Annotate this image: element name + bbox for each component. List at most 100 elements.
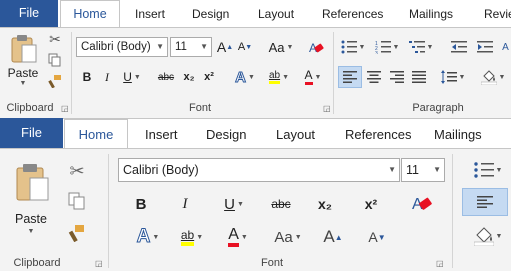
- dialog-launcher-icon[interactable]: ◲: [323, 104, 331, 113]
- tab-references[interactable]: References: [345, 127, 411, 142]
- copy-icon[interactable]: [46, 52, 64, 68]
- font-name-combo[interactable]: Calibri (Body) ▼: [76, 37, 168, 57]
- change-case-button[interactable]: Aa ▼: [266, 38, 296, 56]
- italic-button[interactable]: I: [98, 68, 116, 86]
- highlight-button[interactable]: ab ▼: [263, 67, 295, 87]
- paste-button[interactable]: Paste ▼: [6, 32, 40, 88]
- tab-home[interactable]: Home: [60, 0, 120, 28]
- file-tab[interactable]: File: [0, 118, 63, 148]
- clipboard-icon: [16, 164, 49, 201]
- bullets-button[interactable]: ▼: [339, 37, 367, 57]
- align-left-icon: [343, 71, 357, 83]
- clear-formatting-button[interactable]: A: [306, 37, 326, 57]
- align-center-button[interactable]: [363, 66, 385, 88]
- dialog-launcher-icon[interactable]: ◲: [61, 104, 69, 113]
- align-left-button[interactable]: [462, 188, 508, 216]
- paint-bucket-icon: [473, 227, 494, 246]
- tab-home[interactable]: Home: [64, 119, 128, 149]
- dialog-launcher-icon[interactable]: ◲: [95, 259, 103, 268]
- multilevel-list-icon: [408, 41, 425, 53]
- numbering-button[interactable]: 1 2 3 ▼: [372, 37, 402, 57]
- group-divider: [333, 32, 334, 114]
- group-divider: [108, 154, 109, 268]
- multilevel-list-button[interactable]: ▼: [406, 37, 436, 57]
- tab-layout[interactable]: Layout: [276, 127, 315, 142]
- group-divider: [452, 154, 453, 268]
- superscript-button[interactable]: x²: [200, 68, 218, 86]
- copy-icon[interactable]: [66, 190, 88, 212]
- font-size-combo[interactable]: 11 ▼: [401, 158, 445, 182]
- shrink-font-button[interactable]: A ▼: [236, 38, 254, 56]
- tab-references[interactable]: References: [322, 7, 383, 21]
- chevron-down-icon: ▼: [433, 165, 441, 174]
- tab-design[interactable]: Design: [192, 7, 229, 21]
- tab-insert[interactable]: Insert: [145, 127, 178, 142]
- align-right-button[interactable]: [386, 66, 408, 88]
- strikethrough-button[interactable]: abc: [155, 68, 177, 86]
- font-color-button[interactable]: A ▼: [298, 67, 328, 87]
- paste-label: Paste: [15, 212, 47, 226]
- clipboard-group-label: Clipboard: [6, 102, 54, 114]
- file-tab[interactable]: File: [0, 0, 58, 27]
- font-name-combo[interactable]: Calibri (Body) ▼: [118, 158, 400, 182]
- font-group-label: Font: [260, 257, 283, 269]
- bold-button[interactable]: B: [128, 192, 154, 216]
- paragraph-group-label: Paragraph: [412, 102, 464, 114]
- tab-mailings[interactable]: Mailings: [409, 7, 453, 21]
- group-divider: [71, 32, 72, 114]
- justify-button[interactable]: [408, 66, 430, 88]
- shading-button[interactable]: ▼: [478, 66, 508, 88]
- format-painter-icon[interactable]: [66, 222, 88, 244]
- underline-button[interactable]: U ▼: [117, 68, 147, 86]
- text-effects-button[interactable]: A ▼: [231, 68, 259, 86]
- tab-layout[interactable]: Layout: [258, 7, 294, 21]
- paste-button[interactable]: Paste ▼: [10, 158, 52, 238]
- eraser-icon: A: [412, 196, 432, 213]
- tab-design[interactable]: Design: [206, 127, 246, 142]
- shrink-font-button[interactable]: A ▼: [364, 224, 390, 250]
- clear-formatting-button[interactable]: A: [408, 190, 436, 216]
- strikethrough-button[interactable]: abc: [266, 192, 296, 216]
- font-group-label: Font: [188, 102, 211, 114]
- subscript-button[interactable]: x₂: [312, 192, 338, 216]
- increase-indent-icon[interactable]: [474, 37, 496, 57]
- font-size-value: 11: [175, 41, 187, 53]
- chevron-down-icon: ▼: [388, 165, 396, 174]
- chevron-down-icon: ▼: [200, 42, 208, 51]
- bold-button[interactable]: B: [78, 68, 96, 86]
- italic-button[interactable]: I: [172, 192, 198, 216]
- tab-review[interactable]: Revie: [484, 7, 511, 21]
- font-size-combo[interactable]: 11 ▼: [170, 37, 212, 57]
- text-effects-button[interactable]: A ▼: [130, 224, 166, 250]
- font-name-value: Calibri (Body): [81, 41, 151, 53]
- change-case-button[interactable]: Aa ▼: [268, 224, 308, 250]
- clipboard-group-label: Clipboard: [13, 257, 61, 269]
- chevron-down-icon: ▼: [156, 42, 164, 51]
- align-left-button[interactable]: [338, 66, 362, 88]
- superscript-button[interactable]: x²: [358, 192, 384, 216]
- tab-insert[interactable]: Insert: [135, 7, 165, 21]
- align-right-icon: [390, 71, 404, 83]
- grow-font-button[interactable]: A ▲: [216, 38, 234, 56]
- subscript-button[interactable]: x₂: [180, 68, 198, 86]
- bullets-button[interactable]: ▼: [468, 158, 508, 182]
- underline-button[interactable]: U ▼: [216, 192, 252, 216]
- tab-mailings[interactable]: Mailings: [434, 127, 482, 142]
- dialog-launcher-icon[interactable]: ◲: [436, 259, 444, 268]
- align-left-icon: [477, 196, 493, 208]
- line-spacing-button[interactable]: ▼: [438, 66, 468, 88]
- font-color-button[interactable]: A ▼: [218, 222, 258, 252]
- sort-icon[interactable]: A: [500, 37, 511, 57]
- paint-bucket-icon: [480, 70, 497, 85]
- decrease-indent-icon[interactable]: [448, 37, 470, 57]
- align-center-icon: [367, 71, 381, 83]
- paste-label: Paste: [7, 66, 39, 80]
- font-name-value: Calibri (Body): [123, 163, 199, 177]
- format-painter-icon[interactable]: [46, 73, 64, 89]
- bullets-icon: [341, 40, 357, 54]
- grow-font-button[interactable]: A ▲: [320, 224, 346, 250]
- cut-icon[interactable]: ✂: [66, 160, 88, 182]
- shading-button[interactable]: ▼: [468, 222, 508, 250]
- highlight-button[interactable]: ab ▼: [172, 222, 212, 252]
- cut-icon[interactable]: ✂: [46, 31, 64, 47]
